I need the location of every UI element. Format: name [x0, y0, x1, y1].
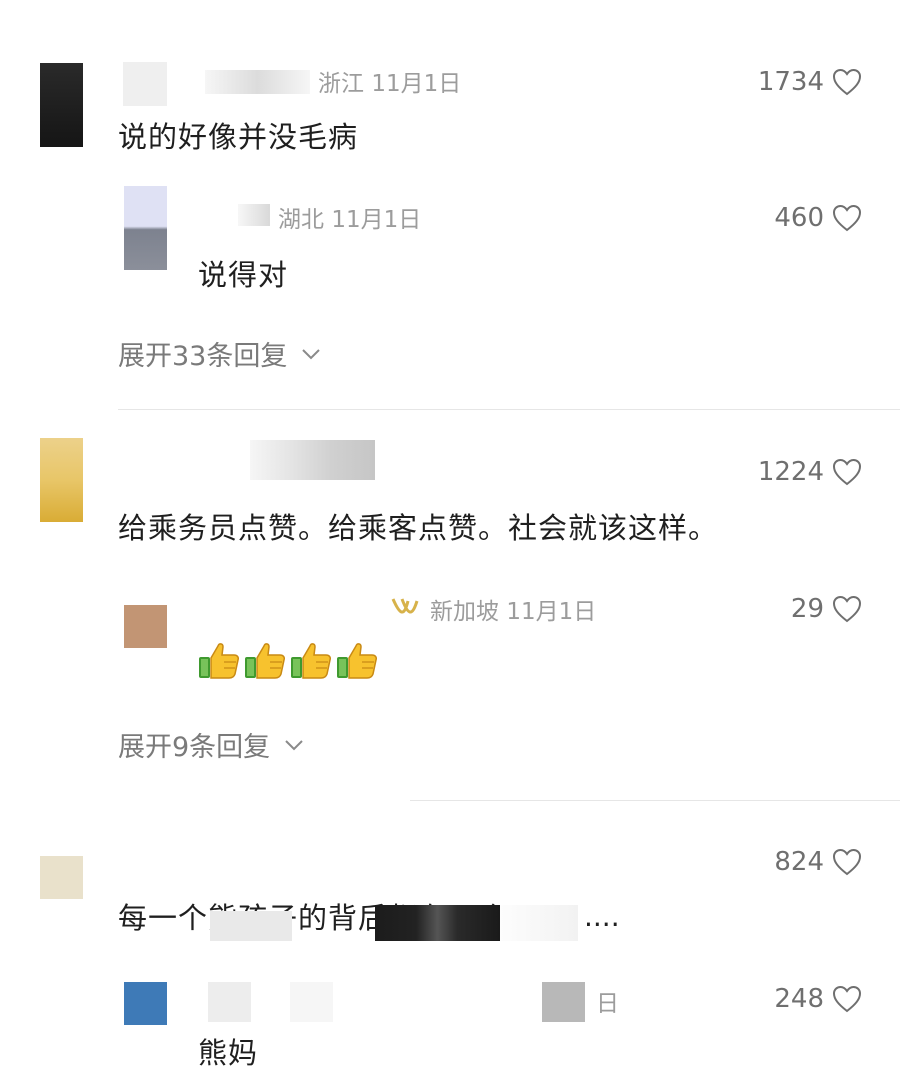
avatar[interactable]	[40, 63, 83, 147]
reply-meta: 日	[596, 984, 619, 1018]
location: 湖北	[278, 207, 324, 233]
heart-outline-icon[interactable]	[832, 68, 862, 96]
timestamp: 11月1日	[331, 207, 422, 233]
thumbs-up-icon	[290, 640, 332, 680]
like-count: 1224	[757, 457, 824, 487]
text-redacted	[500, 905, 578, 941]
meta-redacted	[542, 982, 585, 1022]
reply-meta: 新加坡 11月1日	[430, 592, 596, 626]
expand-label: 展开33条回复	[118, 341, 288, 372]
like-button[interactable]: 1734	[758, 67, 862, 97]
like-button[interactable]: 248	[774, 984, 862, 1014]
thumbs-up-icon	[336, 640, 378, 680]
like-count: 824	[774, 847, 824, 877]
reply-emoji	[198, 640, 378, 680]
username-redacted	[290, 982, 333, 1022]
chevron-down-icon	[301, 348, 321, 360]
divider	[410, 800, 900, 801]
username-redacted[interactable]	[123, 62, 167, 106]
avatar[interactable]	[40, 438, 83, 522]
like-button[interactable]: 29	[791, 594, 862, 624]
text-redacted	[375, 905, 500, 941]
username-redacted	[205, 70, 310, 94]
comment-meta: 浙江 11月1日	[318, 64, 461, 98]
chevron-down-icon	[284, 739, 304, 751]
username-redacted	[238, 204, 270, 226]
like-count: 460	[774, 203, 824, 233]
heart-outline-icon[interactable]	[832, 204, 862, 232]
ellipsis: ....	[584, 900, 620, 933]
like-count: 29	[790, 594, 824, 624]
timestamp: 11月1日	[371, 71, 462, 97]
timestamp: 11月1日	[506, 599, 597, 625]
heart-outline-icon[interactable]	[832, 458, 862, 486]
like-button[interactable]: 824	[774, 847, 862, 877]
like-button[interactable]: 460	[774, 203, 862, 233]
heart-outline-icon[interactable]	[832, 595, 862, 623]
expand-replies-button[interactable]: 展开33条回复	[118, 334, 321, 373]
comment-text: 给乘务员点赞。给乘客点赞。社会就该这样。	[118, 511, 719, 545]
like-button[interactable]: 1224	[758, 457, 862, 487]
thumbs-up-icon	[244, 640, 286, 680]
avatar[interactable]	[124, 186, 167, 270]
expand-replies-button[interactable]: 展开9条回复	[118, 725, 304, 764]
timestamp: 日	[596, 991, 619, 1017]
comment-text: 说的好像并没毛病	[118, 120, 359, 154]
location: 新加坡	[430, 599, 499, 625]
avatar[interactable]	[40, 856, 83, 899]
heart-outline-icon[interactable]	[832, 848, 862, 876]
location: 浙江	[318, 71, 364, 97]
username-redacted[interactable]	[250, 440, 375, 480]
divider	[118, 409, 900, 410]
reply-meta: 湖北 11月1日	[278, 200, 421, 234]
like-count: 248	[774, 984, 824, 1014]
like-count: 1734	[757, 67, 824, 97]
badge-icon	[390, 595, 420, 621]
thumbs-up-icon	[198, 640, 240, 680]
heart-outline-icon[interactable]	[832, 985, 862, 1013]
expand-label: 展开9条回复	[118, 732, 271, 763]
reply-text: 熊妈	[198, 1036, 259, 1070]
avatar[interactable]	[124, 605, 167, 648]
username-redacted	[208, 982, 251, 1022]
text-redacted	[210, 911, 292, 941]
reply-text: 说得对	[198, 258, 289, 292]
avatar[interactable]	[124, 982, 167, 1025]
